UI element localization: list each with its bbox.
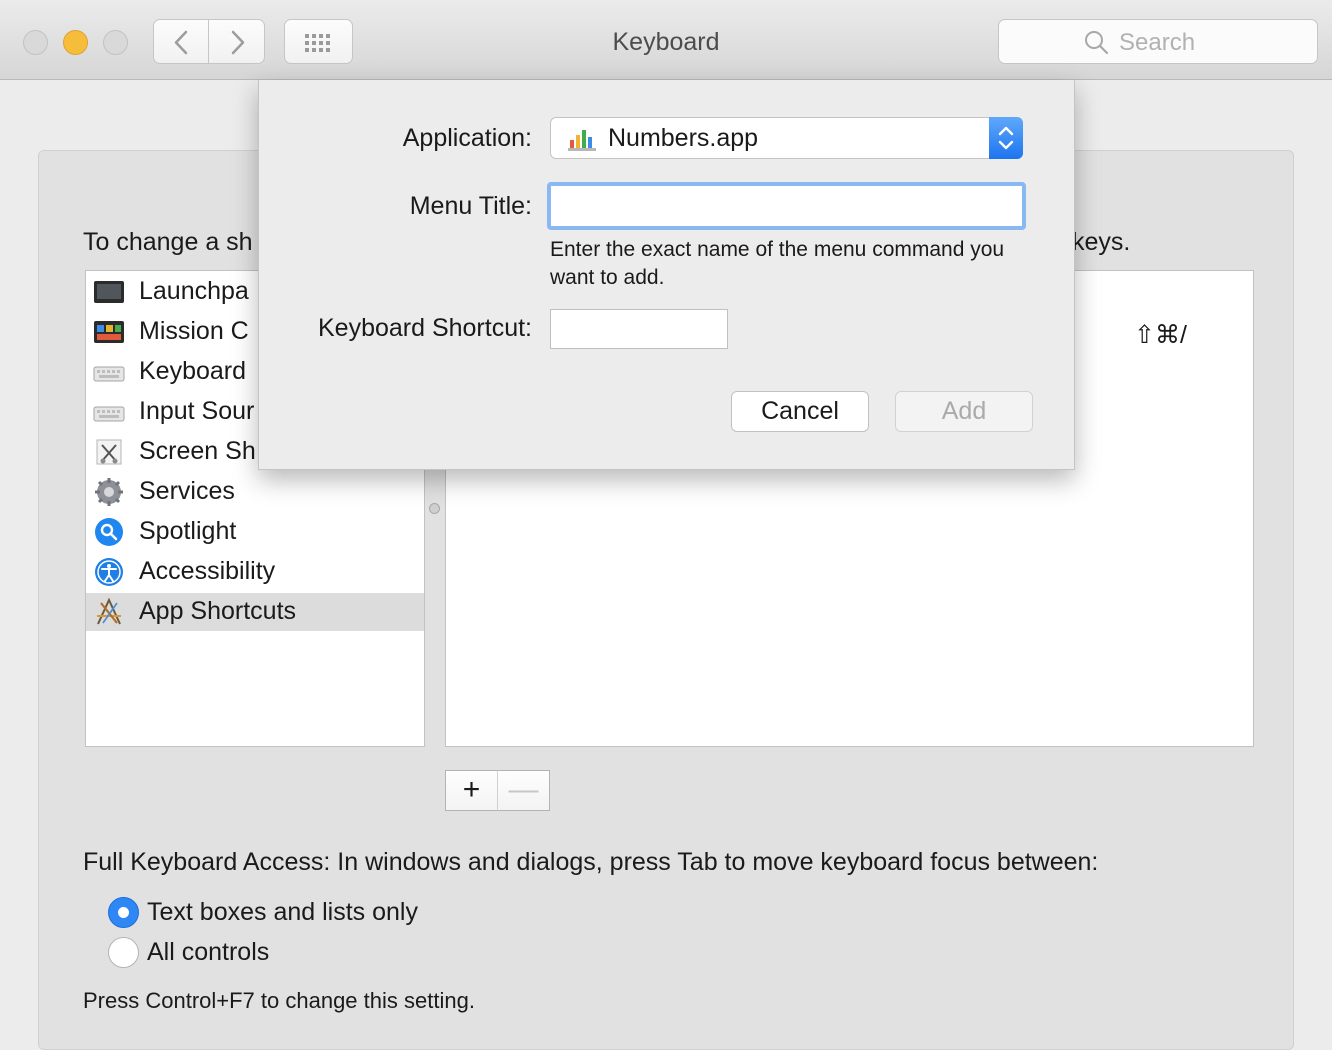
app-shortcuts-icon [97, 597, 121, 625]
radio-label-all-controls[interactable]: All controls [147, 938, 269, 967]
screenshot-icon [96, 439, 122, 465]
add-shortcut-button[interactable]: + [445, 770, 498, 811]
search-placeholder: Search [1119, 29, 1196, 56]
split-view-handle[interactable] [429, 503, 440, 514]
menu-title-help: Enter the exact name of the menu command… [550, 238, 1005, 289]
radio-all-controls[interactable] [108, 937, 139, 968]
application-value: Numbers.app [608, 124, 759, 152]
category-label: Keyboard [139, 357, 247, 385]
input-sources-icon [93, 406, 125, 422]
remove-shortcut-button[interactable]: — [497, 770, 550, 811]
title-bar: Keyboard Search [0, 0, 1332, 80]
mission-control-icon [94, 321, 124, 343]
radio-text-boxes-only[interactable] [108, 897, 139, 928]
gear-icon [95, 478, 123, 506]
category-item-spotlight[interactable]: Spotlight [86, 513, 424, 551]
chevron-up-down-icon [998, 126, 1014, 150]
keyboard-shortcut-input[interactable] [550, 309, 728, 349]
launchpad-icon [94, 281, 124, 303]
instruction-text: To change a sh [83, 228, 253, 256]
numbers-app-icon [568, 130, 596, 151]
category-label: App Shortcuts [139, 597, 297, 625]
category-label: Services [139, 477, 235, 505]
category-label: Launchpa [139, 277, 249, 305]
cancel-button[interactable]: Cancel [731, 391, 869, 432]
spotlight-icon [95, 518, 123, 546]
application-popup[interactable]: Numbers.app [550, 117, 1023, 159]
application-label: Application: [402, 124, 532, 152]
menu-title-label: Menu Title: [409, 192, 532, 220]
full-keyboard-access-label: Full Keyboard Access: In windows and dia… [83, 848, 1099, 876]
keyboard-shortcut-label: Keyboard Shortcut: [317, 314, 532, 342]
keyboard-icon [93, 366, 125, 382]
popup-stepper[interactable] [989, 117, 1023, 159]
accessibility-icon [95, 558, 123, 586]
shortcut-keys: ⇧⌘/ [1134, 321, 1187, 349]
category-label: Mission C [139, 317, 249, 345]
menu-title-input[interactable] [547, 182, 1026, 230]
category-item-app-shortcuts[interactable]: App Shortcuts [86, 593, 424, 631]
search-field[interactable]: Search [998, 19, 1318, 64]
search-icon [1085, 31, 1109, 55]
category-item-services[interactable]: Services [86, 473, 424, 511]
category-item-accessibility[interactable]: Accessibility [86, 553, 424, 591]
category-label: Screen Sh [139, 437, 256, 465]
control-f7-hint: Press Control+F7 to change this setting. [83, 988, 475, 1013]
category-label: Accessibility [139, 557, 276, 585]
category-label: Spotlight [139, 517, 237, 545]
category-label: Input Sour [139, 397, 255, 425]
instruction-text-tail: keys. [1072, 228, 1131, 256]
radio-label-text-boxes[interactable]: Text boxes and lists only [147, 898, 418, 927]
add-button[interactable]: Add [895, 391, 1033, 432]
